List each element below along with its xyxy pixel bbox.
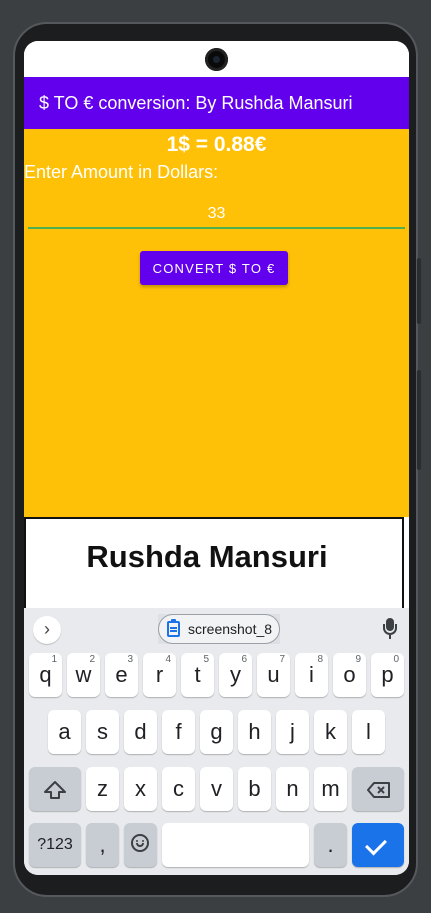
key-o[interactable]: o9 <box>333 653 366 697</box>
power-button <box>417 258 421 324</box>
key-hint: 7 <box>279 654 285 665</box>
key-u[interactable]: u7 <box>257 653 290 697</box>
key-g[interactable]: g <box>200 710 233 754</box>
key-label: m <box>321 776 340 801</box>
key-label: a <box>58 719 71 744</box>
keyboard-toolbar: › screenshot_8 <box>24 608 409 650</box>
key-hint: 2 <box>89 654 95 665</box>
key-label: b <box>248 776 261 801</box>
signature-card: Rushda Mansuri <box>24 517 404 609</box>
key-label: d <box>134 719 147 744</box>
status-bar <box>24 41 409 77</box>
key-h[interactable]: h <box>238 710 271 754</box>
key-w[interactable]: w2 <box>67 653 100 697</box>
key-x[interactable]: x <box>124 767 157 811</box>
key-label: g <box>210 719 223 744</box>
key-a[interactable]: a <box>48 710 81 754</box>
shift-icon <box>44 781 66 799</box>
key-hint: 3 <box>127 654 133 665</box>
emoji-key[interactable] <box>124 823 157 867</box>
key-hint: 5 <box>203 654 209 665</box>
amount-label: Enter Amount in Dollars: <box>24 162 219 182</box>
backspace-icon <box>367 782 390 798</box>
key-r[interactable]: r4 <box>143 653 176 697</box>
signature-text: Rushda Mansuri <box>86 539 328 574</box>
key-label: y <box>230 662 241 687</box>
key-hint: 9 <box>355 654 361 665</box>
clipboard-suggestion-text: screenshot_8 <box>188 621 273 637</box>
key-p[interactable]: p0 <box>371 653 404 697</box>
key-label: e <box>115 662 128 687</box>
key-label: n <box>286 776 299 801</box>
key-label: r <box>155 662 164 687</box>
mic-icon[interactable] <box>383 618 397 640</box>
key-i[interactable]: i8 <box>295 653 328 697</box>
key-c[interactable]: c <box>162 767 195 811</box>
device-screen: $ TO € conversion: By Rushda Mansuri 1$ … <box>24 41 409 875</box>
backspace-key[interactable] <box>352 767 404 811</box>
comma-key[interactable]: , <box>86 823 119 867</box>
key-label: o <box>343 662 356 687</box>
space-key[interactable] <box>162 823 309 867</box>
key-label: f <box>175 719 182 744</box>
key-label: c <box>173 776 184 801</box>
shift-key[interactable] <box>29 767 81 811</box>
key-label: s <box>97 719 108 744</box>
key-t[interactable]: t5 <box>181 653 214 697</box>
convert-button[interactable]: CONVERT $ TO € <box>140 251 288 285</box>
app-title: $ TO € conversion: By Rushda Mansuri <box>39 93 353 113</box>
soft-keyboard: › screenshot_8 q1 w2 e3 r4 t5 y6 u7 i8 o… <box>24 608 409 875</box>
key-label: x <box>135 776 146 801</box>
key-label: i <box>309 662 314 687</box>
key-label: q <box>39 662 52 687</box>
key-hint: 0 <box>393 654 399 665</box>
app-bar: $ TO € conversion: By Rushda Mansuri <box>24 77 409 129</box>
key-y[interactable]: y6 <box>219 653 252 697</box>
key-f[interactable]: f <box>162 710 195 754</box>
exchange-rate-text: 1$ = 0.88€ <box>166 133 267 156</box>
key-label: k <box>325 719 336 744</box>
key-label: j <box>290 719 295 744</box>
key-l[interactable]: l <box>352 710 385 754</box>
check-icon <box>365 833 387 856</box>
symbols-key[interactable]: ?123 <box>29 823 81 867</box>
key-label: v <box>211 776 222 801</box>
key-v[interactable]: v <box>200 767 233 811</box>
chevron-right-icon[interactable]: › <box>33 616 61 644</box>
front-camera-icon <box>205 48 228 71</box>
clipboard-icon <box>167 619 180 637</box>
key-label: t <box>194 662 201 687</box>
key-d[interactable]: d <box>124 710 157 754</box>
volume-button <box>417 370 421 470</box>
key-label: z <box>97 776 108 801</box>
key-k[interactable]: k <box>314 710 347 754</box>
converter-panel: 1$ = 0.88€ Enter Amount in Dollars: CONV… <box>24 129 409 517</box>
emoji-icon <box>131 834 149 852</box>
key-q[interactable]: q1 <box>29 653 62 697</box>
key-label: u <box>267 662 280 687</box>
enter-key[interactable] <box>352 823 404 867</box>
key-label: l <box>366 719 371 744</box>
key-hint: 6 <box>241 654 247 665</box>
key-z[interactable]: z <box>86 767 119 811</box>
key-m[interactable]: m <box>314 767 347 811</box>
key-n[interactable]: n <box>276 767 309 811</box>
key-label: p <box>381 662 394 687</box>
key-hint: 4 <box>165 654 171 665</box>
key-s[interactable]: s <box>86 710 119 754</box>
key-j[interactable]: j <box>276 710 309 754</box>
key-e[interactable]: e3 <box>105 653 138 697</box>
period-key[interactable]: . <box>314 823 347 867</box>
key-hint: 8 <box>317 654 323 665</box>
amount-input[interactable] <box>28 201 405 229</box>
key-hint: 1 <box>51 654 57 665</box>
key-label: h <box>248 719 261 744</box>
key-b[interactable]: b <box>238 767 271 811</box>
